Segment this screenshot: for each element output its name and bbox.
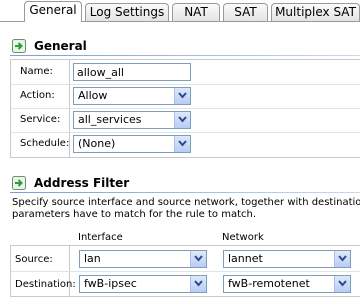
tab-log-settings[interactable]: Log Settings xyxy=(85,3,169,21)
chevron-down-icon xyxy=(194,280,203,287)
dropdown-button[interactable] xyxy=(190,276,206,292)
name-label: Name: xyxy=(20,66,53,77)
network-column-header: Network xyxy=(222,232,264,243)
source-network-value: lannet xyxy=(228,252,263,265)
schedule-value: (None) xyxy=(78,137,116,150)
destination-interface-value: fwB-ipsec xyxy=(84,277,137,290)
row-divider xyxy=(11,84,360,85)
dropdown-button[interactable] xyxy=(174,112,190,128)
source-network-select[interactable]: lannet xyxy=(223,250,351,268)
service-label: Service: xyxy=(20,114,61,125)
row-divider xyxy=(11,108,360,109)
address-filter-title: Address Filter xyxy=(34,176,130,190)
tab-nat[interactable]: NAT xyxy=(172,3,220,21)
source-label: Source: xyxy=(15,254,53,265)
general-form-panel: Name: Action: Allow Service: all_service… xyxy=(10,59,360,158)
dropdown-button[interactable] xyxy=(334,251,350,267)
dropdown-button[interactable] xyxy=(174,88,190,104)
address-filter-divider xyxy=(10,192,360,193)
destination-label: Destination: xyxy=(15,279,76,290)
chevron-down-icon xyxy=(178,92,187,99)
schedule-select[interactable]: (None) xyxy=(73,135,191,153)
dropdown-button[interactable] xyxy=(174,136,190,152)
service-value: all_services xyxy=(78,113,142,126)
tab-bar: General Log Settings NAT SAT Multiplex S… xyxy=(0,0,360,22)
source-interface-select[interactable]: lan xyxy=(79,250,207,268)
dropdown-button[interactable] xyxy=(334,276,350,292)
description-line: Specify source interface and source netw… xyxy=(12,197,360,208)
chevron-down-icon xyxy=(178,140,187,147)
destination-interface-select[interactable]: fwB-ipsec xyxy=(79,275,207,293)
dropdown-button[interactable] xyxy=(190,251,206,267)
chevron-down-icon xyxy=(178,116,187,123)
name-input[interactable] xyxy=(73,63,191,81)
general-divider xyxy=(10,55,360,56)
tab-sat[interactable]: SAT xyxy=(223,3,268,21)
green-arrow-icon xyxy=(12,176,26,190)
address-filter-description: Specify source interface and source netw… xyxy=(12,197,360,221)
action-select[interactable]: Allow xyxy=(73,87,191,105)
action-label: Action: xyxy=(20,90,55,101)
destination-network-select[interactable]: fwB-remotenet xyxy=(223,275,351,293)
green-arrow-icon xyxy=(12,39,26,53)
chevron-down-icon xyxy=(338,255,347,262)
row-divider xyxy=(11,271,360,272)
address-filter-panel: Source: lan lannet Destination: fwB-ipse… xyxy=(10,245,360,297)
chevron-down-icon xyxy=(194,255,203,262)
destination-network-value: fwB-remotenet xyxy=(228,277,310,290)
tab-general[interactable]: General xyxy=(24,1,82,22)
service-select[interactable]: all_services xyxy=(73,111,191,129)
chevron-down-icon xyxy=(338,280,347,287)
description-line: parameters have to match for the rule to… xyxy=(12,209,257,220)
row-divider xyxy=(11,132,360,133)
tab-multiplex-sat[interactable]: Multiplex SAT xyxy=(271,3,360,21)
source-interface-value: lan xyxy=(84,252,101,265)
schedule-label: Schedule: xyxy=(20,138,70,149)
general-title: General xyxy=(34,39,87,53)
interface-column-header: Interface xyxy=(78,232,123,243)
action-value: Allow xyxy=(78,89,108,102)
